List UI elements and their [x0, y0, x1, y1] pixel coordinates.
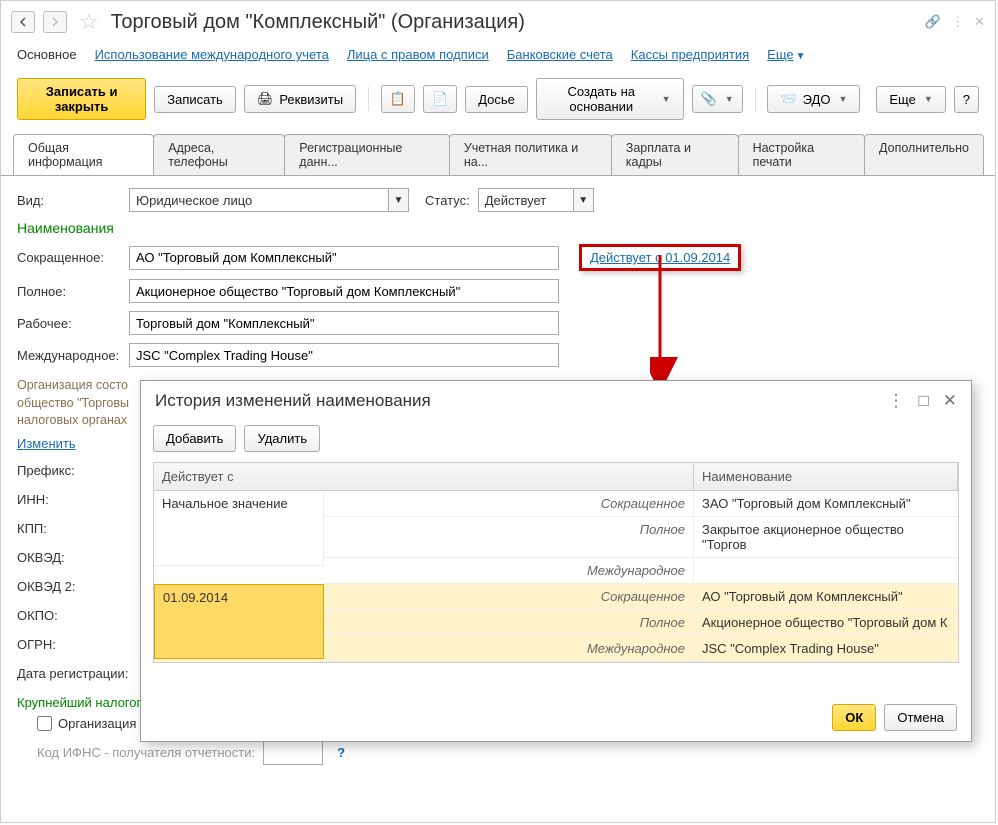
dossier-button[interactable]: Досье	[465, 86, 528, 113]
intl-label: Международное:	[17, 348, 121, 363]
vid-select[interactable]: Юридическое лицо	[129, 188, 389, 212]
create-based-button[interactable]: Создать на основании▼	[536, 78, 684, 120]
menu-icon[interactable]: ⋮	[951, 14, 964, 30]
favorite-icon[interactable]: ☆	[79, 9, 99, 35]
okved2-label: ОКВЭД 2:	[17, 579, 121, 594]
popup-ok-button[interactable]: ОК	[832, 704, 876, 731]
intl-name-input[interactable]	[129, 343, 559, 367]
print-icon	[257, 91, 274, 107]
history-popup: История изменений наименования ⋮ □ ✕ Доб…	[140, 380, 972, 742]
nav-intl[interactable]: Использование международного учета	[95, 47, 329, 62]
short-label: Сокращенное:	[17, 250, 121, 265]
nav-more[interactable]: Еще	[767, 47, 793, 62]
popup-delete-button[interactable]: Удалить	[244, 425, 320, 452]
popup-maximize-icon[interactable]: □	[918, 391, 928, 411]
help-icon[interactable]: ?	[337, 745, 345, 760]
caret-down-icon: ▼	[838, 94, 847, 104]
status-label: Статус:	[425, 193, 470, 208]
regdate-label: Дата регистрации:	[17, 666, 147, 681]
cell-val: Закрытое акционерное общество "Торгов	[694, 517, 958, 558]
status-select[interactable]: Действует	[478, 188, 574, 212]
cell-date: Начальное значение	[154, 491, 324, 566]
full-label: Полное:	[17, 284, 121, 299]
popup-title: История изменений наименования	[155, 391, 431, 411]
link-icon[interactable]: 🔗	[925, 14, 941, 30]
cell-type: Международное	[324, 636, 694, 662]
tab-general[interactable]: Общая информация	[13, 134, 154, 175]
popup-cancel-button[interactable]: Отмена	[884, 704, 957, 731]
change-link[interactable]: Изменить	[17, 436, 76, 451]
naming-section-title: Наименования	[17, 220, 979, 236]
window-title: Торговый дом "Комплексный" (Организация)	[111, 11, 525, 34]
edo-button[interactable]: 📨 ЭДО▼	[767, 85, 860, 113]
nav-main[interactable]: Основное	[17, 47, 77, 62]
close-window-icon[interactable]: ✕	[974, 14, 985, 30]
popup-col-name[interactable]: Наименование	[694, 463, 958, 490]
cell-val: JSC "Complex Trading House"	[694, 636, 958, 662]
cell-type: Сокращенное	[324, 584, 694, 610]
okpo-label: ОКПО:	[17, 608, 121, 623]
tab-payroll[interactable]: Зарплата и кадры	[611, 134, 739, 175]
work-name-input[interactable]	[129, 311, 559, 335]
help-button[interactable]: ?	[954, 86, 979, 113]
status-dropdown-button[interactable]: ▼	[574, 188, 594, 212]
table-row[interactable]: Начальное значение СокращенноеЗАО "Торго…	[154, 491, 958, 584]
table-row[interactable]: 01.09.2014 СокращенноеАО "Торговый дом К…	[154, 584, 958, 662]
tab-print[interactable]: Настройка печати	[738, 134, 865, 175]
save-close-button[interactable]: Записать и закрыть	[17, 78, 146, 120]
caret-down-icon: ▼	[924, 94, 933, 104]
popup-close-icon[interactable]: ✕	[943, 391, 957, 411]
ogrn-label: ОГРН:	[17, 637, 121, 652]
cell-type: Международное	[324, 558, 694, 584]
full-name-input[interactable]	[129, 279, 559, 303]
caret-down-icon: ▼	[725, 94, 734, 104]
copy-button[interactable]: 📋	[381, 85, 415, 113]
popup-menu-icon[interactable]: ⋮	[887, 391, 904, 411]
nav-kassa[interactable]: Кассы предприятия	[631, 47, 749, 62]
forward-button[interactable]	[43, 11, 67, 33]
tab-addresses[interactable]: Адреса, телефоны	[153, 134, 285, 175]
cell-val: ЗАО "Торговый дом Комплексный"	[694, 491, 958, 517]
chevron-down-icon: ▼	[796, 51, 806, 62]
cell-date: 01.09.2014	[154, 584, 324, 659]
vid-dropdown-button[interactable]: ▼	[389, 188, 409, 212]
tab-accounting[interactable]: Учетная политика и на...	[449, 134, 612, 175]
cell-val: Акционерное общество "Торговый дом К	[694, 610, 958, 636]
kpp-label: КПП:	[17, 521, 121, 536]
ifns-input[interactable]	[263, 741, 323, 765]
effective-date-link[interactable]: Действует с 01.09.2014	[590, 250, 730, 265]
attach-button[interactable]: 📎▼	[692, 85, 743, 113]
okved-label: ОКВЭД:	[17, 550, 121, 565]
cell-type: Сокращенное	[324, 491, 694, 517]
more-button[interactable]: Еще▼	[876, 86, 945, 113]
nav-bank[interactable]: Банковские счета	[507, 47, 613, 62]
inn-label: ИНН:	[17, 492, 121, 507]
ifns-label: Код ИФНС - получателя отчетности:	[37, 745, 255, 760]
separator	[755, 87, 756, 111]
popup-col-date[interactable]: Действует с	[154, 463, 694, 490]
major-taxpayer-checkbox[interactable]	[37, 716, 52, 731]
separator	[368, 87, 369, 111]
short-name-input[interactable]	[129, 246, 559, 270]
requisites-button[interactable]: Реквизиты	[244, 85, 356, 113]
back-button[interactable]	[11, 11, 35, 33]
popup-add-button[interactable]: Добавить	[153, 425, 236, 452]
action-button[interactable]: 📄	[423, 85, 457, 113]
vid-label: Вид:	[17, 193, 121, 208]
caret-down-icon: ▼	[662, 94, 671, 104]
tab-additional[interactable]: Дополнительно	[864, 134, 984, 175]
cell-val: АО "Торговый дом Комплексный"	[694, 584, 958, 610]
save-button[interactable]: Записать	[154, 86, 236, 113]
prefix-label: Префикс:	[17, 463, 121, 478]
cell-type: Полное	[324, 517, 694, 558]
work-label: Рабочее:	[17, 316, 121, 331]
nav-signers[interactable]: Лица с правом подписи	[347, 47, 489, 62]
cell-val	[694, 558, 958, 584]
cell-type: Полное	[324, 610, 694, 636]
tab-registration[interactable]: Регистрационные данн...	[284, 134, 450, 175]
